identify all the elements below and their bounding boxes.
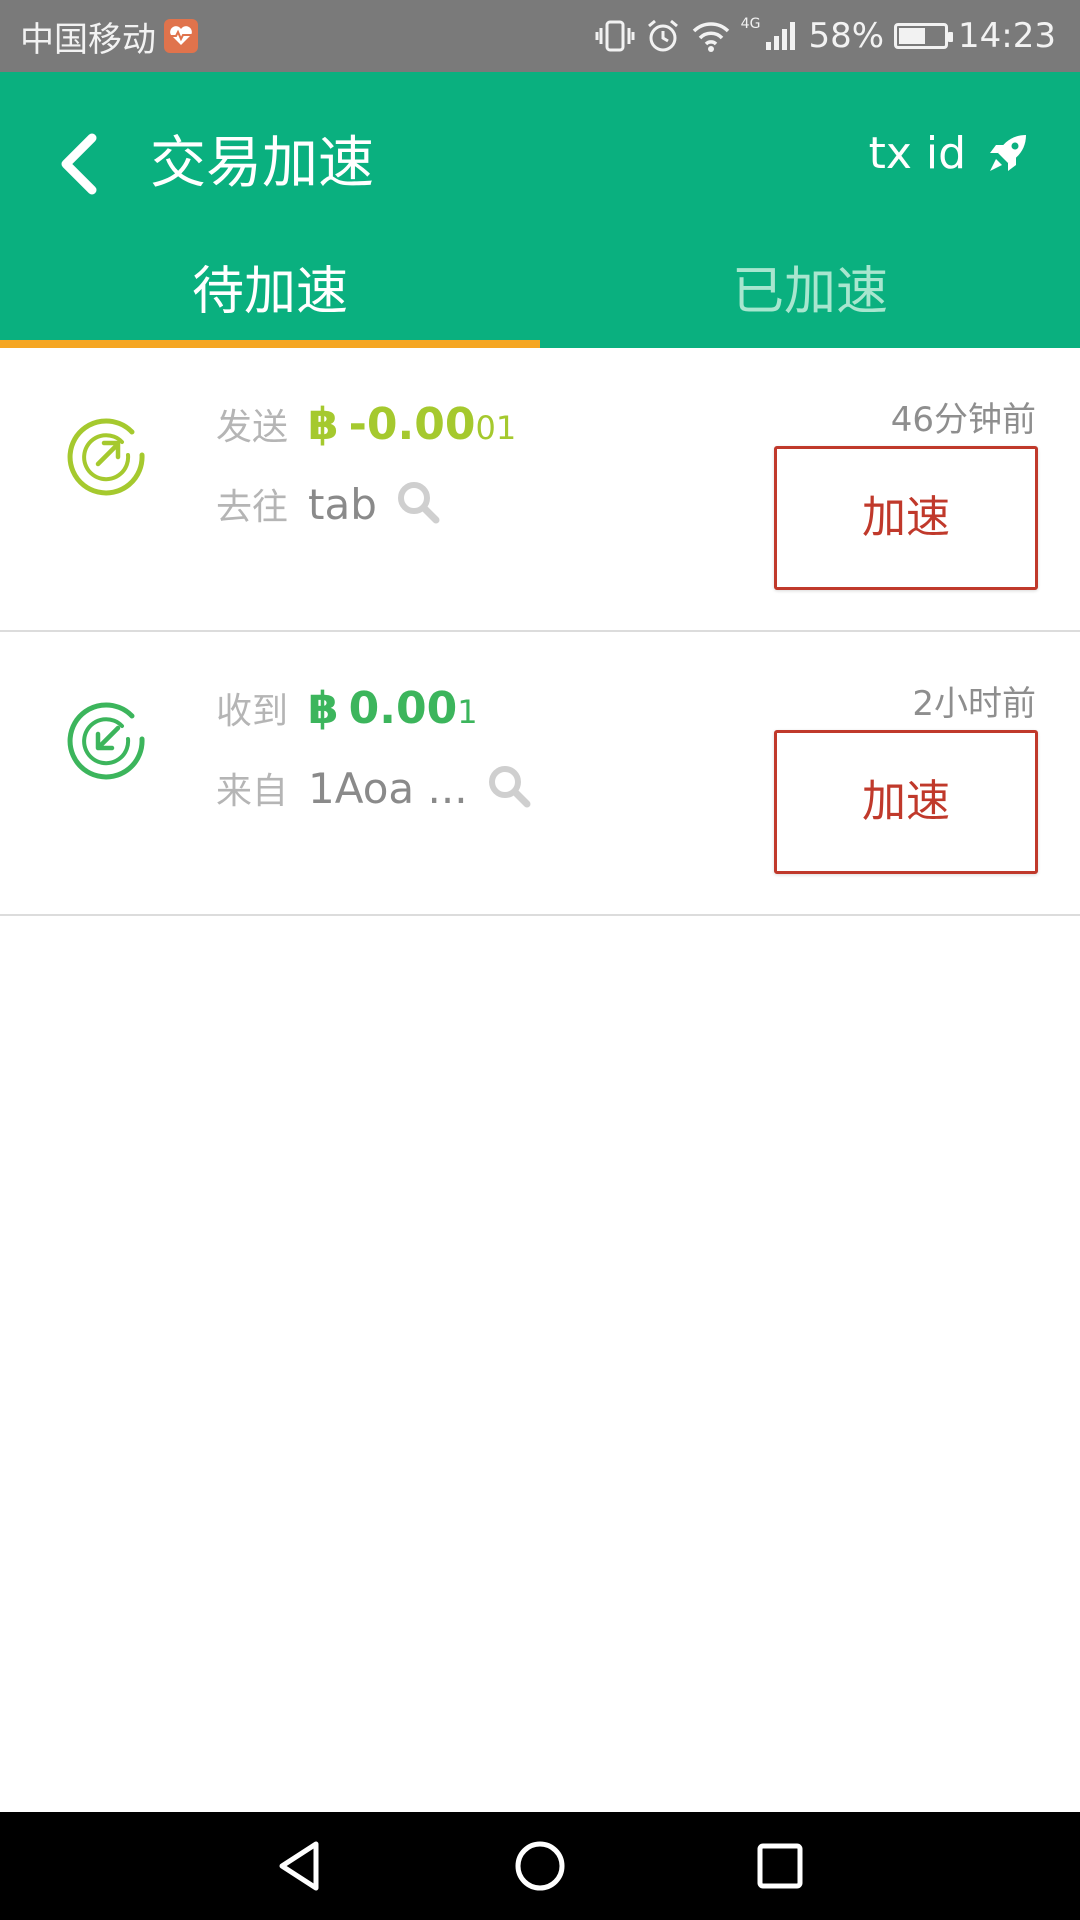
transaction-row[interactable]: 发送 ฿ -0.00 01 去往 tab 46分钟前 加速 bbox=[0, 348, 1080, 632]
battery-fill bbox=[899, 28, 925, 44]
nav-home-button[interactable] bbox=[508, 1834, 572, 1898]
txid-button[interactable]: tx id bbox=[869, 118, 1030, 188]
transaction-time: 46分钟前 bbox=[890, 400, 1036, 440]
carrier-label: 中国移动 bbox=[20, 19, 156, 60]
battery-icon bbox=[894, 23, 954, 49]
status-right: 4G 58% 14:23 bbox=[585, 0, 1056, 72]
nav-recent-button[interactable] bbox=[748, 1834, 812, 1898]
transaction-row[interactable]: 收到 ฿ 0.00 1 来自 1Aoa ... 2小时前 加速 bbox=[0, 632, 1080, 916]
alarm-icon bbox=[645, 18, 681, 54]
address-line: 来自 1Aoa ... bbox=[216, 758, 532, 818]
amount-main: -0.00 bbox=[348, 399, 476, 450]
status-bar: 中国移动 4G 58% 14:23 bbox=[0, 0, 1080, 72]
tab-accelerated-label: 已加速 bbox=[731, 262, 888, 322]
accelerate-button[interactable]: 加速 bbox=[774, 730, 1038, 874]
health-app-icon bbox=[164, 19, 198, 53]
direction-label: 发送 bbox=[216, 407, 289, 448]
amount-small: 1 bbox=[457, 693, 478, 731]
accelerate-button[interactable]: 加速 bbox=[774, 446, 1038, 590]
btc-symbol: ฿ bbox=[308, 399, 339, 450]
search-icon[interactable] bbox=[486, 763, 532, 813]
amount-line: 收到 ฿ 0.00 1 bbox=[216, 682, 478, 742]
back-arrow-icon bbox=[61, 133, 97, 195]
btc-symbol: ฿ bbox=[308, 683, 339, 734]
transaction-list: 发送 ฿ -0.00 01 去往 tab 46分钟前 加速 收到 ฿ 0.00 … bbox=[0, 348, 1080, 916]
address-label: 来自 bbox=[216, 771, 289, 812]
navigation-bar bbox=[0, 1812, 1080, 1920]
amount-line: 发送 ฿ -0.00 01 bbox=[216, 398, 516, 458]
tab-pending-label: 待加速 bbox=[191, 262, 348, 322]
nav-back-button[interactable] bbox=[268, 1834, 332, 1898]
app-bar: 交易加速 tx id 待加速 已加速 bbox=[0, 72, 1080, 348]
nav-home-icon bbox=[515, 1841, 565, 1891]
nav-back-icon bbox=[279, 1841, 319, 1891]
address-text: tab bbox=[308, 479, 377, 529]
address-label: 去往 bbox=[216, 487, 289, 528]
page-title: 交易加速 bbox=[150, 131, 374, 196]
amount-main: 0.00 bbox=[348, 683, 458, 734]
address-line: 去往 tab bbox=[216, 474, 441, 534]
tab-bar: 待加速 已加速 bbox=[0, 252, 1080, 348]
nav-recent-icon bbox=[757, 1843, 803, 1889]
txid-label: tx id bbox=[868, 127, 966, 179]
address-text: 1Aoa ... bbox=[308, 763, 468, 813]
direction-label: 收到 bbox=[216, 691, 289, 732]
rocket-icon bbox=[990, 135, 1026, 171]
clock: 14:23 bbox=[958, 16, 1056, 56]
transaction-time: 2小时前 bbox=[912, 684, 1036, 724]
receive-arrow-icon bbox=[67, 702, 145, 780]
tab-indicator bbox=[0, 340, 540, 348]
vibrate-icon bbox=[595, 18, 635, 54]
amount-small: 01 bbox=[475, 409, 517, 447]
search-icon[interactable] bbox=[395, 479, 441, 529]
back-button[interactable] bbox=[50, 124, 110, 204]
signal-icon bbox=[764, 20, 798, 52]
battery-percent: 58% bbox=[808, 16, 885, 56]
wifi-icon bbox=[691, 19, 731, 53]
tab-pending[interactable]: 待加速 bbox=[0, 252, 540, 348]
send-arrow-icon bbox=[67, 418, 145, 496]
status-left: 中国移动 bbox=[20, 0, 198, 72]
tab-accelerated[interactable]: 已加速 bbox=[540, 252, 1080, 348]
network-type-label: 4G bbox=[740, 16, 761, 32]
